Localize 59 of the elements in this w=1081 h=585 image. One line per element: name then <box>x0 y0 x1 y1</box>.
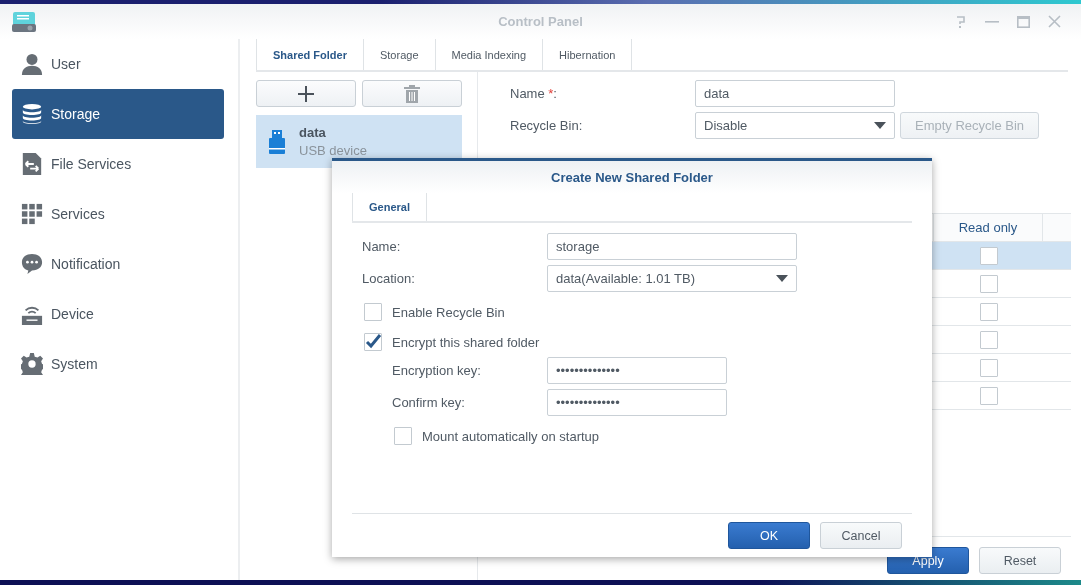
sidebar-item[interactable]: Services <box>12 189 224 239</box>
field-label: Confirm key: <box>392 395 466 410</box>
dialog-title: Create New Shared Folder <box>332 161 932 193</box>
checkbox-label: Encrypt this shared folder <box>392 334 540 350</box>
password-field[interactable]: •••••••••••••• <box>547 357 727 384</box>
tab[interactable]: Hibernation <box>543 39 633 70</box>
field-label: Location: <box>362 271 416 286</box>
usb-drive-icon <box>269 129 285 154</box>
checkbox[interactable] <box>980 246 998 265</box>
field-label: Name *: <box>510 86 558 101</box>
dialog-button[interactable]: OK <box>728 522 810 549</box>
checkbox[interactable] <box>364 303 382 321</box>
checkbox[interactable] <box>364 333 382 351</box>
sidebar-item[interactable]: User <box>12 39 224 89</box>
input-field[interactable]: storage <box>547 233 797 260</box>
checkbox[interactable] <box>980 302 998 321</box>
field-label: Name: <box>362 239 402 254</box>
field-label: Recycle Bin: <box>510 118 584 133</box>
close-icon[interactable] <box>1048 15 1061 28</box>
speech-bubble-icon <box>21 253 43 275</box>
column-header: Read only <box>933 214 1043 241</box>
checkbox[interactable] <box>980 386 998 405</box>
caret-icon <box>776 275 788 282</box>
tab[interactable]: Storage <box>363 39 436 70</box>
plus-icon <box>297 84 315 103</box>
checkbox-label: Mount automatically on startup <box>422 428 600 444</box>
tab[interactable]: Media Indexing <box>435 39 544 70</box>
file-arrows-icon <box>21 153 43 175</box>
control-panel-icon <box>12 10 36 33</box>
checkbox[interactable] <box>980 330 998 349</box>
maximize-icon[interactable] <box>1017 15 1030 28</box>
caret-icon <box>874 122 886 129</box>
add-button[interactable] <box>256 80 356 107</box>
dialog-button[interactable]: Cancel <box>820 522 902 549</box>
user-icon <box>21 53 43 75</box>
database-icon <box>21 103 43 125</box>
delete-button[interactable] <box>362 80 462 107</box>
window-title: Control Panel <box>497 14 584 29</box>
tab[interactable]: Shared Folder <box>256 39 364 70</box>
tab[interactable]: General <box>352 193 427 221</box>
checkbox-label: Enable Recycle Bin <box>392 304 505 320</box>
sidebar-item[interactable]: System <box>12 339 224 389</box>
checkbox[interactable] <box>980 358 998 377</box>
password-field[interactable]: •••••••••••••• <box>547 389 727 416</box>
checkbox[interactable] <box>980 274 998 293</box>
location-dropdown[interactable]: data(Available: 1.01 TB) <box>547 265 797 292</box>
sidebar-item[interactable]: Storage <box>12 89 224 139</box>
field-label: Encryption key: <box>392 363 482 378</box>
help-icon[interactable] <box>955 14 967 29</box>
sidebar-item[interactable]: Notification <box>12 239 224 289</box>
name-field[interactable]: data <box>695 80 895 107</box>
grid-icon <box>21 203 43 225</box>
gear-icon <box>21 353 43 375</box>
sidebar-item[interactable]: File Services <box>12 139 224 189</box>
sidebar-item[interactable]: Device <box>12 289 224 339</box>
recycle-bin-dropdown[interactable]: Disable <box>695 112 895 139</box>
checkbox[interactable] <box>394 427 412 445</box>
trash-icon <box>404 84 420 103</box>
footer-button[interactable]: Reset <box>979 547 1061 574</box>
